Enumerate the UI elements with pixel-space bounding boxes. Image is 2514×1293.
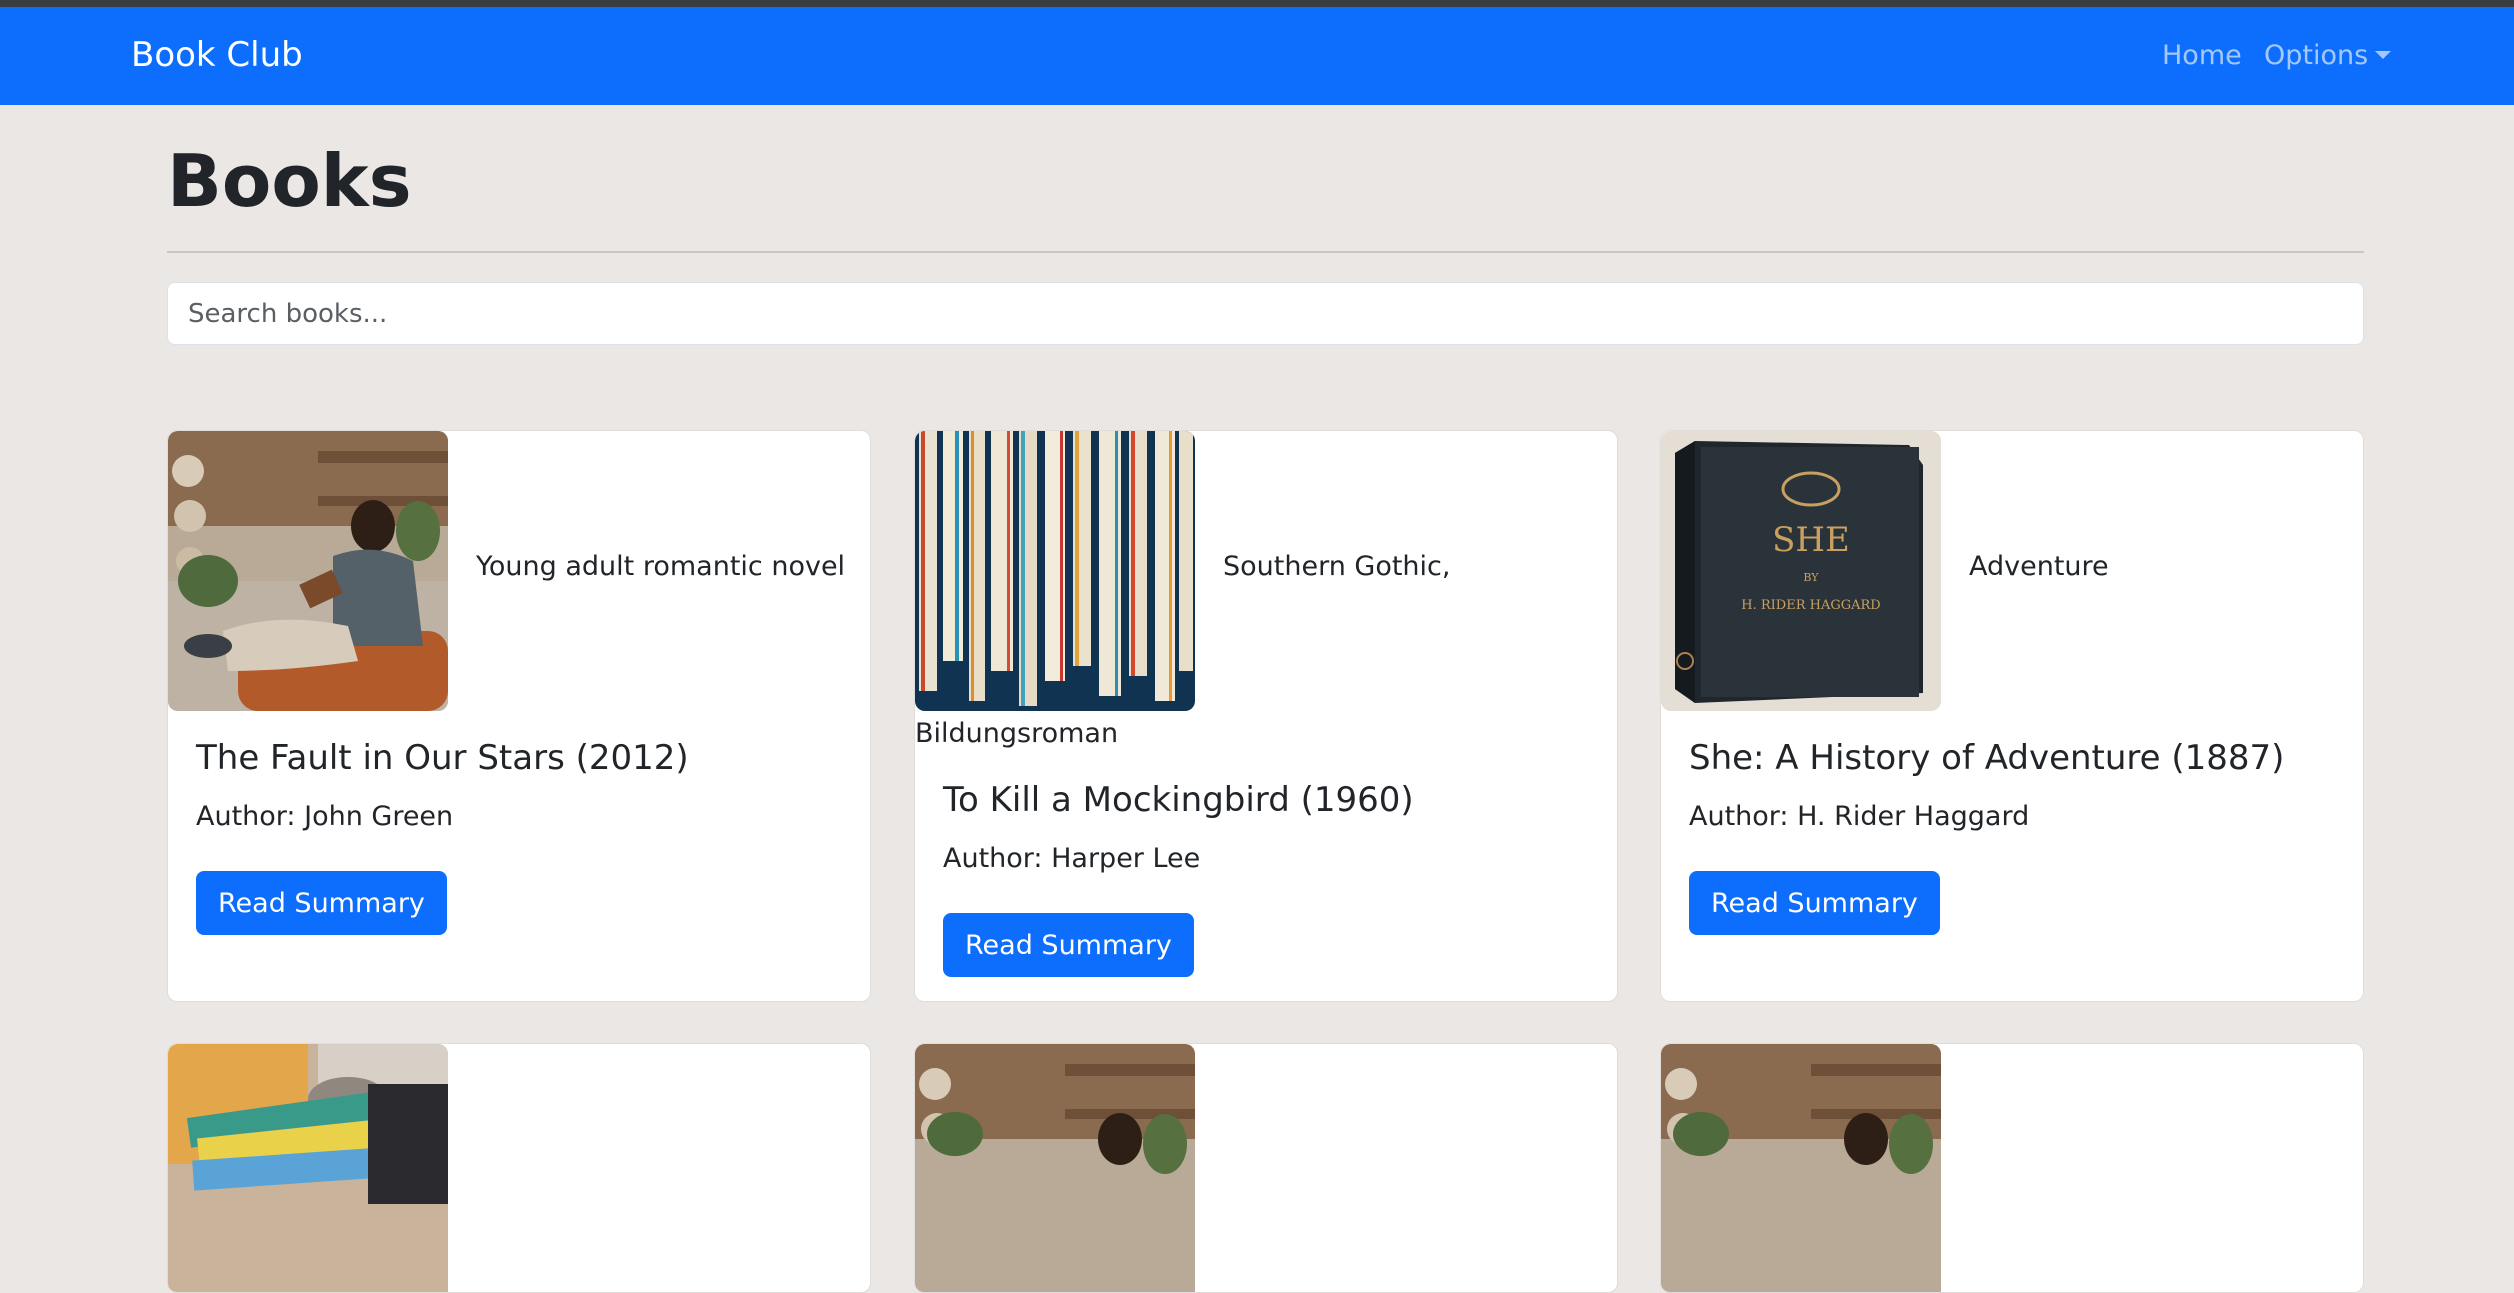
man-reading-image xyxy=(168,431,448,711)
cover-author-text: H. RIDER HAGGARD xyxy=(1741,598,1880,613)
book-title: She: A History of Adventure (1887) xyxy=(1689,738,2285,778)
book-genre: Young adult romantic novel xyxy=(476,551,846,582)
read-summary-button[interactable]: Read Summary xyxy=(1689,871,1940,935)
navbar-brand[interactable]: Book Club xyxy=(131,35,303,75)
stack-of-books-image xyxy=(168,1044,448,1292)
nav-link-home[interactable]: Home xyxy=(2162,40,2242,71)
book-author: Author: John Green xyxy=(196,801,454,832)
man-reading-image xyxy=(915,1044,1195,1292)
caret-down-icon xyxy=(2375,51,2392,59)
book-title: The Fault in Our Stars (2012) xyxy=(196,738,689,778)
she-book-cover-image: SHE BY H. RIDER HAGGARD xyxy=(1661,431,1941,711)
cover-title-text: SHE xyxy=(1772,520,1850,560)
book-title: To Kill a Mockingbird (1960) xyxy=(943,780,1414,820)
book-author: Author: Harper Lee xyxy=(943,843,1201,874)
nav-dropdown-options[interactable]: Options xyxy=(2264,40,2392,71)
book-spines-image xyxy=(915,431,1195,711)
book-genre: Adventure xyxy=(1969,551,2109,582)
book-card: Young adult romantic novel The Fault in … xyxy=(167,430,871,1002)
read-summary-button[interactable]: Read Summary xyxy=(196,871,447,935)
book-card: SHE BY H. RIDER HAGGARD Adventure She: A… xyxy=(1660,430,2364,1002)
book-card xyxy=(167,1043,871,1293)
book-card xyxy=(914,1043,1618,1293)
page-title: Books xyxy=(167,139,412,223)
book-genre-line-2: Bildungsroman xyxy=(915,718,1119,749)
nav-options-label: Options xyxy=(2264,40,2369,71)
book-card: Southern Gothic, Bildungsroman To Kill a… xyxy=(914,430,1618,1002)
man-reading-image xyxy=(1661,1044,1941,1292)
navbar: Book Club Home Options xyxy=(0,7,2514,105)
cover-by-text: BY xyxy=(1803,571,1819,584)
divider xyxy=(167,251,2364,253)
window-top-strip xyxy=(0,0,2514,7)
read-summary-button[interactable]: Read Summary xyxy=(943,913,1194,977)
book-genre-line-1: Southern Gothic, xyxy=(1223,551,1451,582)
book-card xyxy=(1660,1043,2364,1293)
book-author: Author: H. Rider Haggard xyxy=(1689,801,2030,832)
search-input[interactable] xyxy=(167,282,2364,345)
